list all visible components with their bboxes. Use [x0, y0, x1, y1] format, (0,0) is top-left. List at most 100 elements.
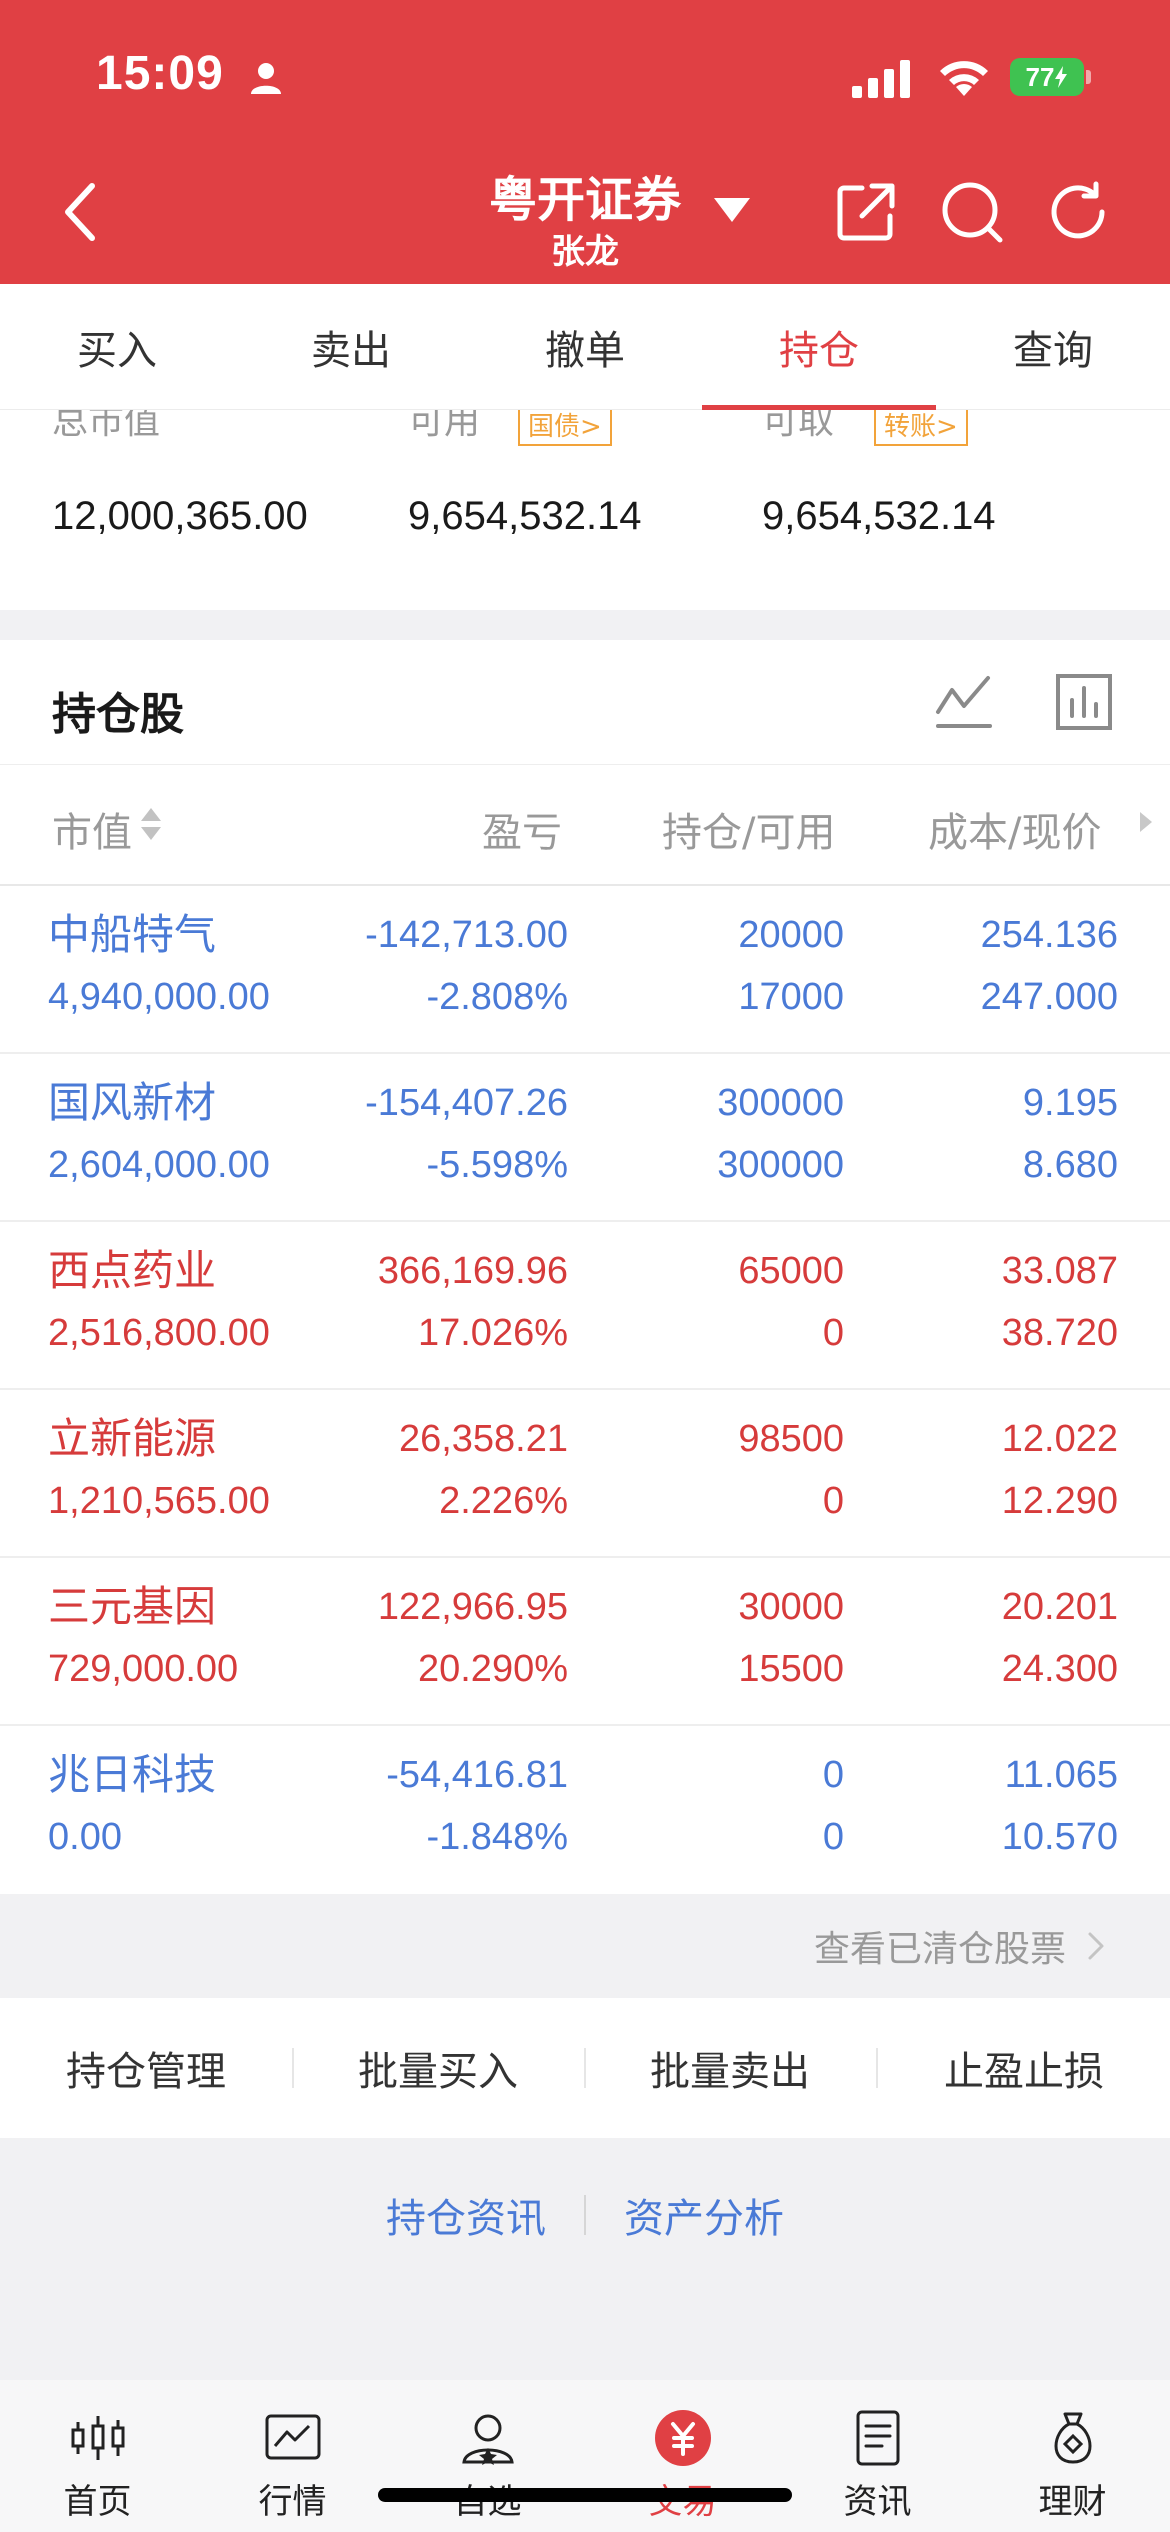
position-qty: 20000 [738, 914, 844, 956]
cost-price: 20.201 [1001, 1586, 1118, 1628]
holding-row[interactable]: 兆日科技 0.00 -54,416.81 -1.848% 0 0 11.065 … [0, 1726, 1170, 1894]
trade-tabs: 买入 卖出 撤单 持仓 查询 [0, 284, 1170, 410]
divider [0, 764, 1170, 765]
nav-label: 首页 [63, 2482, 132, 2522]
current-price: 8.680 [1022, 1144, 1118, 1186]
tab-query[interactable]: 查询 [936, 284, 1170, 410]
holding-row[interactable]: 立新能源 1,210,565.00 26,358.21 2.226% 98500… [0, 1390, 1170, 1558]
cost-price: 33.087 [1001, 1250, 1118, 1292]
current-price: 24.300 [1001, 1648, 1118, 1690]
trend-line-icon[interactable] [932, 670, 996, 734]
stock-name: 中船特气 [48, 910, 217, 959]
pnl-percent: -5.598% [426, 1144, 568, 1186]
pnl-amount: 122,966.95 [377, 1586, 568, 1628]
position-management-button[interactable]: 持仓管理 [0, 1998, 292, 2138]
market-value: 729,000.00 [48, 1648, 239, 1690]
cellular-signal-icon [852, 60, 910, 98]
view-cleared-stocks-label: 查看已清仓股票 [813, 1929, 1066, 1970]
available-qty: 0 [822, 1480, 844, 1522]
money-bag-icon [1054, 2412, 1091, 2464]
position-news-link[interactable]: 持仓资讯 [386, 2186, 546, 2244]
caret-down-icon[interactable] [714, 198, 750, 224]
holdings-card: 持仓股 市值 盈亏 持仓/可用 成本/现价 中船特气 4,940,000.00 … [0, 640, 1170, 1894]
nav-label: 行情 [258, 2482, 327, 2522]
holdings-list: 中船特气 4,940,000.00 -142,713.00 -2.808% 20… [0, 886, 1170, 1894]
info-links: 持仓资讯 资产分析 [0, 2180, 1170, 2250]
asset-summary: 总市值 可用 国债 > 可取 转账 > 12,000,365.00 9,654,… [0, 410, 1170, 610]
nav-market[interactable]: 行情 [195, 2408, 390, 2528]
tab-sell[interactable]: 卖出 [234, 284, 468, 410]
holdings-title: 持仓股 [52, 689, 184, 740]
nav-wealth[interactable]: 理财 [975, 2408, 1170, 2528]
total-value: 12,000,365.00 [52, 494, 308, 538]
tab-buy[interactable]: 买入 [0, 284, 234, 410]
stock-name: 立新能源 [48, 1414, 217, 1463]
asset-analysis-link[interactable]: 资产分析 [624, 2186, 784, 2244]
yuan-icon [654, 2410, 711, 2466]
cost-price: 9.195 [1022, 1082, 1118, 1124]
transfer-tag[interactable]: 转账 > [874, 410, 968, 446]
nav-watchlist[interactable]: 自选 [390, 2408, 585, 2528]
home-indicator [378, 2488, 792, 2502]
stock-name: 三元基因 [48, 1582, 217, 1631]
holding-row[interactable]: 西点药业 2,516,800.00 366,169.96 17.026% 650… [0, 1222, 1170, 1390]
pnl-amount: -142,713.00 [365, 914, 568, 956]
col-market-value[interactable]: 市值 [52, 800, 132, 858]
search-icon[interactable] [940, 180, 1004, 244]
holding-row[interactable]: 国风新材 2,604,000.00 -154,407.26 -5.598% 30… [0, 1054, 1170, 1222]
sort-icon[interactable] [140, 806, 162, 842]
col-position-available: 持仓/可用 [662, 810, 836, 856]
available-qty: 17000 [738, 976, 844, 1018]
user-star-icon [461, 2414, 514, 2465]
holding-row[interactable]: 中船特气 4,940,000.00 -142,713.00 -2.808% 20… [0, 886, 1170, 1054]
chart-icon [265, 2414, 320, 2460]
status-time: 15:09 [96, 47, 224, 100]
pnl-amount: -154,407.26 [365, 1082, 568, 1124]
charging-bolt-icon [1055, 66, 1068, 88]
app-header: 15:09 77 粤开证券 张龙 [0, 0, 1170, 284]
tab-cancel-order[interactable]: 撤单 [468, 284, 702, 410]
bar-chart-icon[interactable] [1052, 670, 1116, 734]
current-price: 10.570 [1001, 1816, 1118, 1858]
pnl-percent: 2.226% [439, 1480, 568, 1522]
battery-level: 77 [1025, 61, 1055, 92]
person-icon [251, 63, 281, 94]
treasury-bond-tag-label: 国债 [528, 412, 581, 442]
candlestick-icon [71, 2416, 124, 2460]
withdrawable-value: 9,654,532.14 [762, 494, 996, 538]
nav-label: 理财 [1038, 2482, 1107, 2522]
available-qty: 300000 [717, 1144, 844, 1186]
position-qty: 0 [822, 1754, 844, 1796]
holding-row[interactable]: 三元基因 729,000.00 122,966.95 20.290% 30000… [0, 1558, 1170, 1726]
nav-news[interactable]: 资讯 [780, 2408, 975, 2528]
share-icon[interactable] [834, 180, 898, 244]
market-value: 1,210,565.00 [48, 1480, 270, 1522]
pnl-percent: 17.026% [417, 1312, 568, 1354]
cost-price: 254.136 [980, 914, 1118, 956]
tab-positions[interactable]: 持仓 [702, 284, 936, 410]
available-value: 9,654,532.14 [408, 494, 642, 538]
nav-trade[interactable]: 交易 [585, 2408, 780, 2528]
pnl-percent: -2.808% [426, 976, 568, 1018]
refresh-icon[interactable] [1046, 180, 1110, 244]
position-qty: 65000 [738, 1250, 844, 1292]
market-value: 2,516,800.00 [48, 1312, 270, 1354]
caret-right-icon[interactable] [1138, 810, 1154, 834]
divider [584, 2195, 586, 2235]
stock-name: 兆日科技 [48, 1750, 217, 1799]
withdrawable-label: 可取 [762, 410, 835, 442]
nav-home[interactable]: 首页 [0, 2408, 195, 2528]
chevron-right-icon: > [580, 412, 602, 442]
battery-tip [1086, 70, 1091, 84]
treasury-bond-tag[interactable]: 国债 > [518, 410, 612, 446]
take-profit-stop-loss-button[interactable]: 止盈止损 [878, 1998, 1170, 2138]
pnl-percent: -1.848% [426, 1816, 568, 1858]
chevron-right-icon [1088, 1932, 1104, 1960]
batch-sell-button[interactable]: 批量卖出 [584, 1998, 876, 2138]
bottom-nav: 首页 行情 自选 交易 资讯 理财 [0, 2380, 1170, 2532]
market-value: 2,604,000.00 [48, 1144, 270, 1186]
total-value-label: 总市值 [52, 410, 161, 442]
batch-buy-button[interactable]: 批量买入 [292, 1998, 584, 2138]
transfer-tag-label: 转账 [884, 412, 937, 442]
view-cleared-stocks-link[interactable]: 查看已清仓股票 [0, 1894, 1170, 1998]
